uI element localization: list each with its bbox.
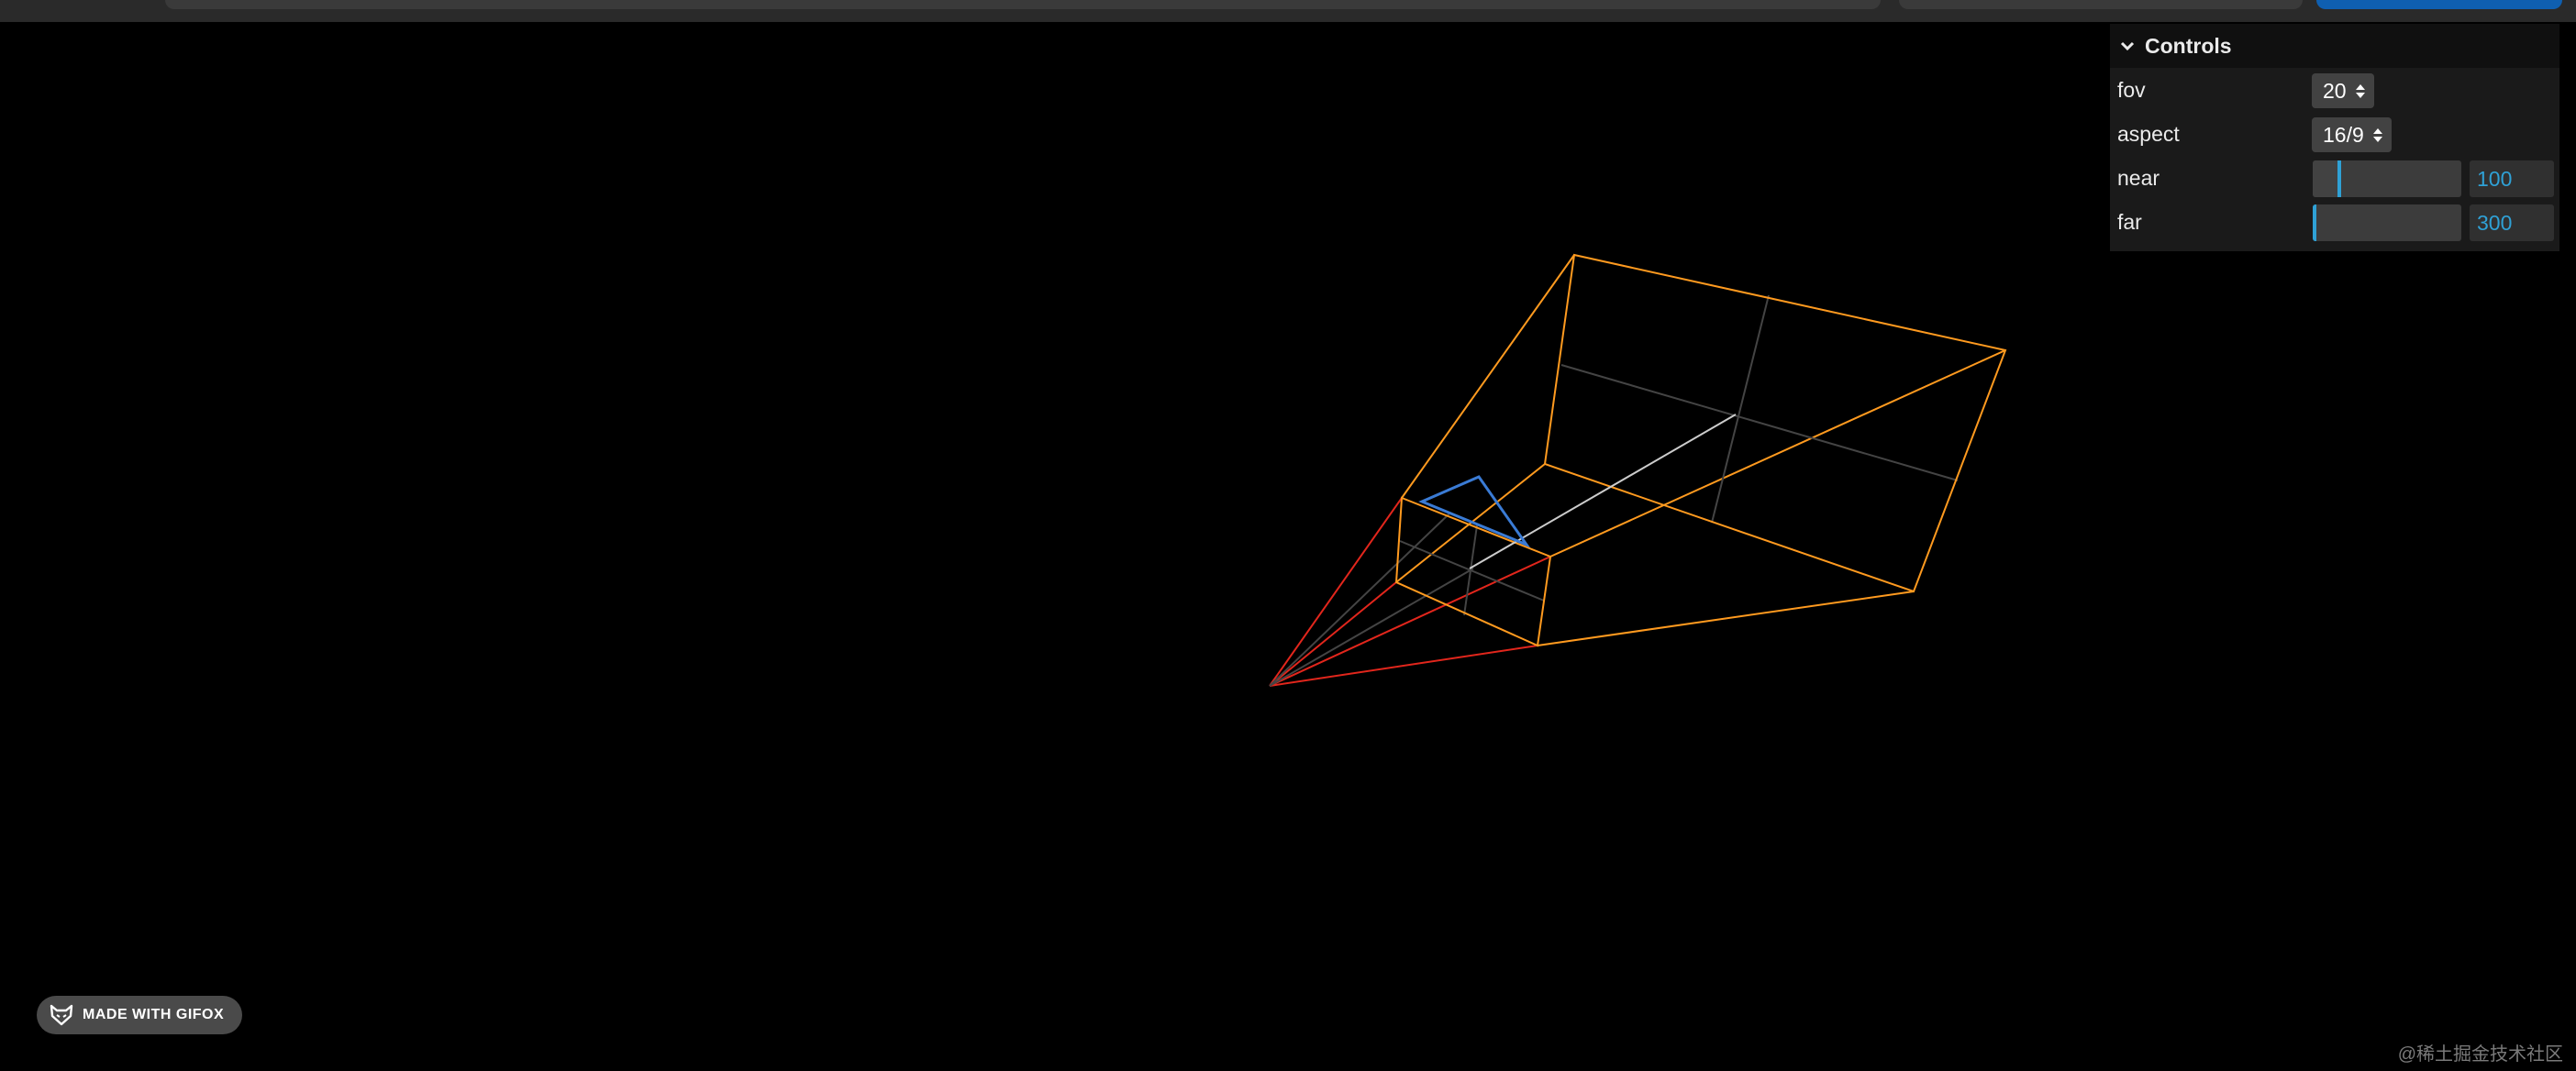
cone-edge-3 bbox=[1269, 645, 1538, 687]
far-label: far bbox=[2117, 209, 2142, 234]
fov-value: 20 bbox=[2323, 78, 2347, 103]
chevron-down-icon bbox=[2120, 41, 2135, 51]
toolbar-field[interactable] bbox=[1899, 0, 2303, 9]
far-ray-3 bbox=[1537, 591, 1915, 646]
inner-ray-2 bbox=[1269, 513, 1450, 687]
far-row: far 300 bbox=[2110, 200, 2559, 244]
fov-row: fov 20 bbox=[2110, 68, 2559, 112]
near-slider-handle[interactable] bbox=[2337, 160, 2342, 197]
far-slider-handle[interactable] bbox=[2313, 204, 2316, 241]
far-cross-h bbox=[1560, 364, 1959, 481]
far-cross-v bbox=[1711, 294, 1770, 524]
near-cross-h bbox=[1399, 540, 1545, 602]
cone-edge-1 bbox=[1269, 497, 1403, 687]
far-plane bbox=[1543, 253, 2007, 593]
near-input[interactable]: 100 bbox=[2470, 160, 2554, 197]
select-arrows-icon bbox=[2355, 83, 2365, 98]
controls-header[interactable]: Controls bbox=[2110, 24, 2559, 68]
far-to-apex-lines bbox=[1395, 254, 2006, 646]
controls-panel: Controls fov 20 aspect 16/9 near 100 far… bbox=[2110, 24, 2559, 251]
toolbar-button[interactable] bbox=[2316, 0, 2562, 9]
controls-title: Controls bbox=[2145, 33, 2232, 58]
gifox-badge: MADE WITH GIFOX bbox=[37, 996, 242, 1034]
far-ray-1 bbox=[1401, 254, 1575, 499]
address-bar[interactable] bbox=[165, 0, 1881, 9]
far-slider[interactable] bbox=[2313, 204, 2461, 241]
gifox-text: MADE WITH GIFOX bbox=[83, 1007, 225, 1022]
inner-ray-1 bbox=[1269, 568, 1474, 687]
watermark: @稀土掘金技术社区 bbox=[2397, 1044, 2563, 1065]
near-row: near 100 bbox=[2110, 156, 2559, 200]
aspect-row: aspect 16/9 bbox=[2110, 112, 2559, 156]
near-slider-fill bbox=[2313, 160, 2340, 197]
camera-cone bbox=[1269, 497, 1551, 687]
fov-label: fov bbox=[2117, 77, 2146, 102]
browser-top-bar bbox=[0, 0, 2576, 22]
near-slider[interactable] bbox=[2313, 160, 2461, 197]
far-plane-rect bbox=[1543, 253, 2007, 593]
frustum-cross-lines bbox=[1269, 294, 1959, 687]
cone-edge-4 bbox=[1269, 556, 1551, 687]
up-triangle bbox=[1418, 475, 1531, 548]
fox-logo-icon bbox=[50, 1004, 73, 1026]
aspect-select[interactable]: 16/9 bbox=[2312, 117, 2392, 152]
near-label: near bbox=[2117, 165, 2160, 190]
far-input[interactable]: 300 bbox=[2470, 204, 2554, 241]
aspect-value: 16/9 bbox=[2323, 122, 2364, 147]
select-arrows-icon bbox=[2372, 127, 2382, 142]
aspect-label: aspect bbox=[2117, 121, 2180, 146]
fov-select[interactable]: 20 bbox=[2312, 73, 2374, 108]
